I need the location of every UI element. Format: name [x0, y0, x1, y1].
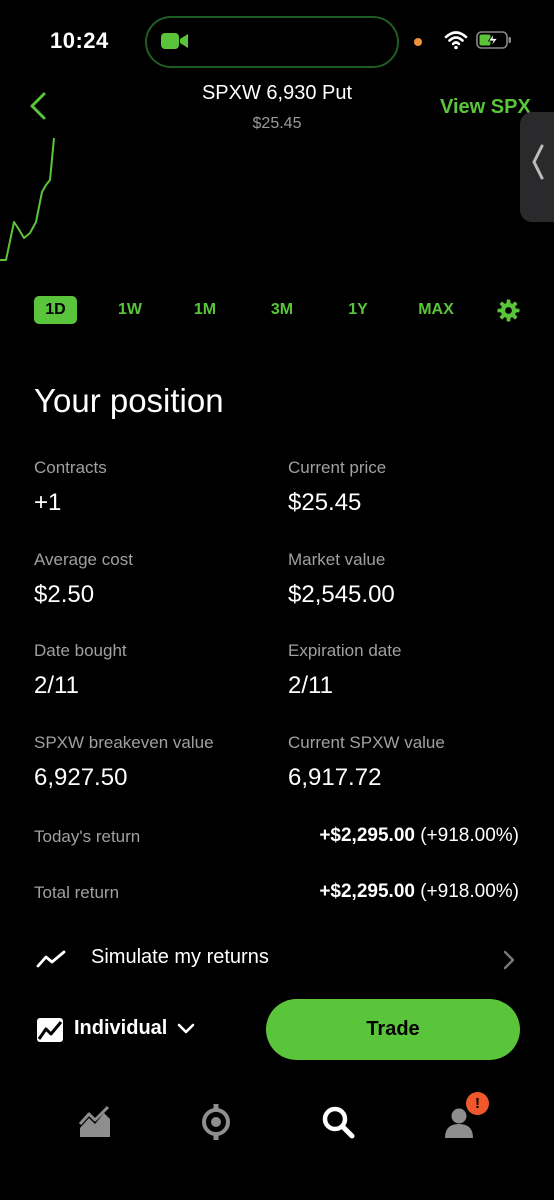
range-tab-1m[interactable]: 1M — [185, 296, 225, 324]
range-tab-1w[interactable]: 1W — [110, 296, 150, 324]
stat-value: 2/11 — [34, 672, 79, 699]
chevron-down-icon[interactable] — [177, 1022, 195, 1036]
stat-value: +1 — [34, 489, 62, 516]
simulate-returns-row[interactable]: Simulate my returns — [0, 934, 554, 984]
todays-return-label: Today's return — [34, 827, 141, 846]
range-tab-1y[interactable]: 1Y — [338, 296, 378, 324]
battery-charging-icon — [476, 31, 511, 49]
account-selector-label[interactable]: Individual — [74, 1017, 167, 1040]
privacy-indicator-dot — [414, 38, 422, 46]
total-return-value: +$2,295.00 (+918.00%) — [319, 881, 519, 902]
view-underlying-link[interactable]: View SPX — [440, 96, 531, 119]
simulate-returns-label: Simulate my returns — [91, 946, 269, 968]
stat-value: 2/11 — [288, 672, 333, 699]
range-tab-1d[interactable]: 1D — [34, 296, 77, 324]
trade-button[interactable]: Trade — [266, 999, 520, 1060]
stat-value: $2,545.00 — [288, 581, 395, 608]
total-return-label: Total return — [34, 883, 120, 902]
stat-value: $2.50 — [34, 581, 95, 608]
chevron-right-icon — [503, 950, 515, 970]
todays-return-value: +$2,295.00 (+918.00%) — [319, 825, 519, 846]
range-tab-max[interactable]: MAX — [410, 296, 462, 324]
wifi-icon — [444, 31, 468, 50]
stat-label: Expiration date — [288, 641, 402, 660]
side-panel-handle[interactable] — [520, 112, 554, 222]
crypto-icon[interactable] — [198, 1104, 234, 1140]
price-chart[interactable] — [0, 130, 80, 270]
stat-label: Average cost — [34, 550, 133, 569]
notification-badge: ! — [466, 1092, 489, 1115]
status-time: 10:24 — [50, 28, 109, 53]
search-icon[interactable] — [320, 1104, 356, 1140]
stat-label: Market value — [288, 550, 386, 569]
stat-label: Contracts — [34, 458, 107, 477]
stat-label: SPXW breakeven value — [34, 733, 214, 752]
facetime-camera-icon — [161, 33, 188, 49]
stat-value: 6,917.72 — [288, 764, 382, 791]
chart-settings-gear-icon[interactable] — [497, 299, 520, 322]
stat-value: 6,927.50 — [34, 764, 128, 791]
stat-label: Date bought — [34, 641, 127, 660]
handle-chevron-icon — [532, 144, 544, 180]
range-tab-3m[interactable]: 3M — [262, 296, 302, 324]
account-chart-icon[interactable] — [36, 1016, 64, 1044]
stat-value: $25.45 — [288, 489, 362, 516]
stat-label: Current SPXW value — [288, 733, 445, 752]
position-title: Your position — [34, 382, 224, 419]
trend-line-icon — [36, 950, 66, 968]
stat-label: Current price — [288, 458, 387, 477]
price-line — [0, 137, 55, 261]
investing-icon[interactable] — [77, 1104, 113, 1140]
